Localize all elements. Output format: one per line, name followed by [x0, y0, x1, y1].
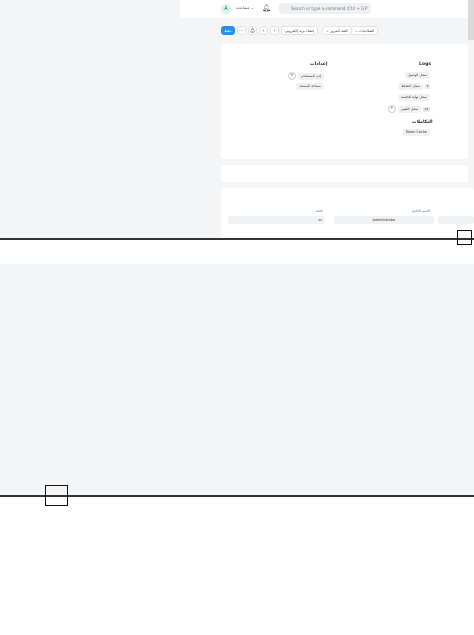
activity-log-link[interactable]: سجل النشاط 4 — [398, 83, 430, 90]
avatar[interactable]: A — [221, 4, 231, 14]
chevron-down-icon: ⌄ — [326, 29, 330, 33]
plus-icon[interactable]: + — [287, 72, 296, 80]
access-log-link[interactable]: سجل الوصول — [404, 72, 430, 79]
settings-heading: إعدادات — [310, 62, 328, 67]
user-permission-label: إذن المستخدم — [297, 72, 324, 80]
change-log-count: 24 — [423, 106, 430, 112]
plus-icon[interactable]: + — [387, 105, 396, 113]
search-icon: ⌕ — [365, 5, 368, 11]
logs-heading: Logs — [419, 62, 432, 67]
bell-icon[interactable]: 🔔︎ — [262, 4, 271, 12]
user-permission-link[interactable]: + إذن المستخدم — [287, 72, 324, 80]
search-input[interactable]: Search or type a command (Ctrl + G) ⌕ — [279, 3, 371, 14]
horizontal-divider — [0, 238, 474, 240]
printer-icon[interactable]: ⎙ — [248, 26, 257, 35]
reset-password-button[interactable]: ⌄ كلمة المرور — [322, 26, 352, 35]
change-log-label: سجل التغيير — [397, 105, 422, 113]
marker-box — [45, 485, 68, 506]
permissions-button[interactable]: ⌄ الصلاحيات — [351, 26, 379, 35]
save-button[interactable]: حفظ — [221, 26, 235, 35]
doc-share-link[interactable]: مساحة المستند — [296, 83, 324, 90]
reset-password-label: كلمة المرور — [330, 29, 348, 33]
email-button[interactable]: إنشاء بريد إلكتروني — [281, 26, 319, 35]
search-placeholder: Search or type a command (Ctrl + G) — [291, 6, 366, 11]
language-label: اللغة — [316, 209, 323, 213]
full-name-label: الاسم الكامل — [411, 209, 430, 213]
chevron-down-icon: ⌄ — [250, 5, 255, 10]
activity-log-count: 4 — [425, 84, 430, 89]
vertical-scrollbar[interactable] — [468, 0, 474, 40]
ellipsis-icon[interactable]: ⋯ — [237, 26, 246, 35]
lower-page-background — [0, 264, 474, 495]
config-heading: التكاملات — [412, 120, 433, 125]
first-name-field[interactable] — [438, 216, 474, 224]
chevron-left-icon[interactable]: ‹ — [259, 26, 268, 35]
chevron-down-icon: ⌄ — [355, 29, 359, 33]
help-dropdown[interactable]: مساعدة ⌄ — [236, 5, 254, 10]
form-card — [221, 188, 474, 240]
change-log-link[interactable]: + سجل التغيير 24 — [387, 105, 430, 113]
token-cache-link[interactable]: Token Cache — [402, 129, 430, 136]
language-field[interactable]: ar — [228, 216, 325, 224]
horizontal-divider — [0, 495, 474, 497]
permissions-label: الصلاحيات — [359, 29, 375, 33]
chevron-right-icon[interactable]: › — [270, 26, 279, 35]
section-card — [221, 165, 468, 182]
help-label: مساعدة — [236, 5, 250, 10]
sidebar-area — [0, 0, 221, 240]
marker-box — [457, 230, 472, 245]
session-log-link[interactable]: سجل نهاية الجلسة — [397, 94, 430, 101]
activity-log-label: سجل النشاط — [398, 83, 424, 90]
full-name-field[interactable]: Administrator — [334, 216, 434, 224]
